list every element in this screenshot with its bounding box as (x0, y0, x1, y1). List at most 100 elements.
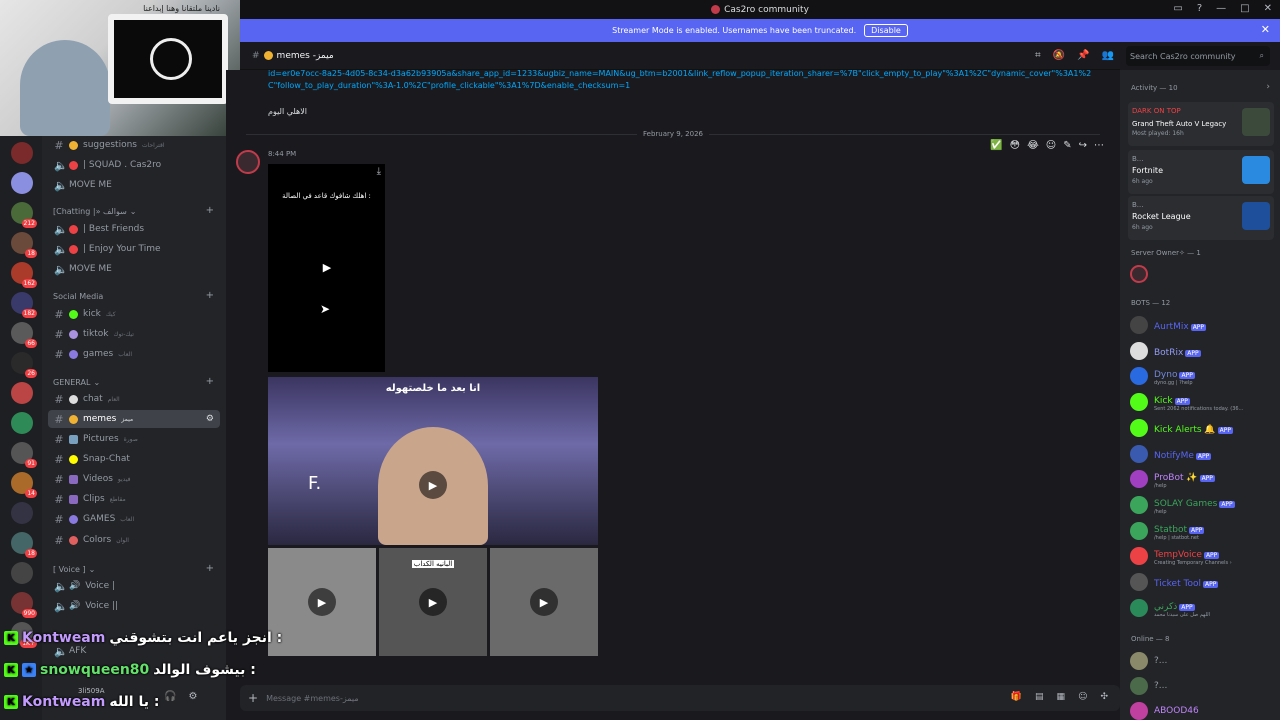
server-icon[interactable]: 26 (11, 352, 37, 378)
minimize-icon[interactable]: — (1216, 3, 1226, 14)
channel-settings-icon[interactable]: ⚙ (206, 414, 214, 424)
server-icon[interactable] (11, 142, 33, 164)
video-thumbnail[interactable]: ▶ (268, 548, 376, 656)
add-reaction-icon[interactable]: ☺ (1046, 140, 1056, 151)
channel-games-2[interactable]: # GAMES العاب (48, 510, 220, 528)
message-composer[interactable]: + Message #memes-ميمز 🎁 ▤ ▦ ☺ ✣ (240, 685, 1120, 711)
channel-colors[interactable]: # Colors الوان (48, 531, 220, 549)
member-item[interactable]: TempVoice APP Creating Temporary Channels … (1130, 545, 1278, 567)
search-input[interactable]: Search Cas2ro community ⌕ (1126, 46, 1270, 66)
member-item[interactable]: Kick APP Sent 2062 notifications today. (3… (1130, 391, 1278, 413)
server-icon[interactable]: 18 (11, 532, 37, 558)
inbox-icon[interactable]: ▭ (1173, 3, 1182, 14)
maximize-icon[interactable]: □ (1240, 3, 1249, 14)
server-icon[interactable] (11, 502, 33, 524)
activity-card[interactable]: B... Rocket League 6h ago (1128, 196, 1274, 240)
server-icon[interactable]: 18 (11, 232, 37, 258)
add-attachment-icon[interactable]: + (248, 691, 258, 705)
emoji-icon[interactable]: ☺ (1078, 692, 1087, 702)
threads-icon[interactable]: ⌗ (1035, 50, 1041, 61)
close-icon[interactable]: ✕ (1264, 3, 1272, 14)
server-icon[interactable] (11, 172, 33, 194)
more-icon[interactable]: ⋯ (1094, 140, 1104, 151)
gift-icon[interactable]: 🎁 (1011, 692, 1022, 702)
check-reaction-icon[interactable]: ✅ (990, 140, 1002, 151)
members-icon[interactable]: 👥 (1102, 50, 1114, 61)
member-item[interactable]: NotifyMe APP (1130, 443, 1278, 465)
server-icon[interactable]: 91 (11, 442, 37, 468)
apps-icon[interactable]: ✣ (1100, 692, 1108, 702)
channel-pictures[interactable]: # Pictures صورة (48, 430, 220, 448)
gif-icon[interactable]: ▤ (1035, 692, 1044, 702)
channel-videos[interactable]: # Videos فيديو (48, 470, 220, 488)
add-channel-icon[interactable]: + (206, 290, 214, 301)
member-item[interactable]: Ticket Tool APP (1130, 571, 1278, 593)
server-icon[interactable]: 66 (11, 322, 37, 348)
server-icon[interactable]: 162 (11, 262, 37, 288)
video-attachment[interactable]: انا بعد ما خلصتهوله F. ▶ (268, 377, 598, 545)
member-item[interactable] (1130, 263, 1278, 285)
play-icon[interactable]: ▶ (419, 588, 447, 616)
channel-suggestions[interactable]: # suggestions اقتراحات (48, 136, 220, 154)
activity-card[interactable]: DARK ON TOP Grand Theft Auto V Legacy Mo… (1128, 102, 1274, 146)
category-general[interactable]: GENERAL ⌄ (53, 378, 100, 387)
pin-icon[interactable]: 📌 (1077, 50, 1089, 61)
avatar[interactable] (236, 150, 260, 174)
channel-kick[interactable]: # kick كيك (48, 305, 220, 323)
member-item[interactable]: Statbot APP/help | statbot.net (1130, 520, 1278, 542)
help-icon[interactable]: ? (1197, 3, 1202, 14)
voice-channel-squad[interactable]: 🔈 | SQUAD . Cas2ro (48, 156, 220, 174)
member-item[interactable]: ذكرني APP اللهم صل على سيدنا محمد (1130, 597, 1278, 619)
download-icon[interactable]: ⤓ (377, 166, 381, 177)
add-channel-icon[interactable]: + (206, 563, 214, 574)
laugh-reaction-icon[interactable]: 😂 (1027, 140, 1039, 151)
category-chatting[interactable]: [Chatting |» سوالف ⌄ (53, 207, 136, 216)
play-icon[interactable]: ▶ (308, 588, 336, 616)
channel-clips[interactable]: # Clips مقاطع (48, 490, 220, 508)
channel-memes[interactable]: # memes ميمز ⚙ (48, 410, 220, 428)
play-icon[interactable]: ▶ (313, 253, 341, 281)
server-icon[interactable]: 212 (11, 202, 37, 228)
disable-button[interactable]: Disable (864, 24, 908, 37)
member-item[interactable]: ABOOD46 (1130, 700, 1278, 720)
member-item[interactable]: ?... (1130, 650, 1278, 672)
member-item[interactable]: AurtMix APP (1130, 314, 1278, 336)
voice-channel-move-me-2[interactable]: 🔈 MOVE ME (48, 260, 220, 278)
member-item[interactable]: ProBot ✨ APP/help (1130, 468, 1278, 490)
edit-icon[interactable]: ✎ (1063, 140, 1071, 151)
channel-chat[interactable]: # chat العام (48, 390, 220, 408)
voice-channel-enjoy[interactable]: 🔈 | Enjoy Your Time (48, 240, 220, 258)
video-attachment[interactable]: اهلك شافوك قاعد في الصالة : ▶ ⤓ (268, 164, 385, 372)
member-item[interactable]: ?... (1130, 675, 1278, 697)
member-item[interactable]: BotRix APP (1130, 340, 1278, 362)
reply-icon[interactable]: ↪ (1079, 140, 1087, 151)
notifications-icon[interactable]: 🔕 (1053, 50, 1065, 61)
face-reaction-icon[interactable]: 😳 (1010, 140, 1020, 151)
server-icon[interactable]: 182 (11, 292, 37, 318)
add-channel-icon[interactable]: + (206, 376, 214, 387)
user-settings-icon[interactable]: ⚙ (188, 691, 197, 702)
channel-games[interactable]: # games العاب (48, 345, 220, 363)
server-icon[interactable] (11, 382, 33, 404)
voice-channel-2[interactable]: 🔈 🔊 Voice || (48, 597, 220, 615)
video-thumbnail[interactable]: البانيه الكداب ▶ (379, 548, 487, 656)
chevron-right-icon[interactable]: › (1266, 82, 1270, 92)
headphones-icon[interactable]: 🎧 (164, 691, 176, 702)
voice-channel-1[interactable]: 🔈 🔊 Voice | (48, 577, 220, 595)
server-icon[interactable]: 990 (11, 592, 37, 618)
play-icon[interactable]: ▶ (530, 588, 558, 616)
category-social[interactable]: Social Media (53, 292, 103, 301)
member-item[interactable]: Kick Alerts 🔔 APP (1130, 417, 1278, 439)
banner-close-icon[interactable]: ✕ (1261, 23, 1270, 36)
sticker-icon[interactable]: ▦ (1057, 692, 1066, 702)
category-voice[interactable]: [ Voice ] ⌄ (53, 565, 95, 574)
play-icon[interactable]: ▶ (419, 471, 447, 499)
video-thumbnail[interactable]: ▶ (490, 548, 598, 656)
add-channel-icon[interactable]: + (206, 205, 214, 216)
message-link[interactable]: id=er0e7occ-8a25-4d05-8c34-d3a62b93905a&… (268, 70, 1098, 92)
member-item[interactable]: Dyno APP dyno.gg | ?help (1130, 365, 1278, 387)
channel-snapchat[interactable]: # Snap-Chat (48, 450, 220, 468)
channel-tiktok[interactable]: # tiktok تيك-توك (48, 325, 220, 343)
voice-channel-move-me[interactable]: 🔈 MOVE ME (48, 176, 220, 194)
activity-card[interactable]: B... Fortnite 6h ago (1128, 150, 1274, 194)
